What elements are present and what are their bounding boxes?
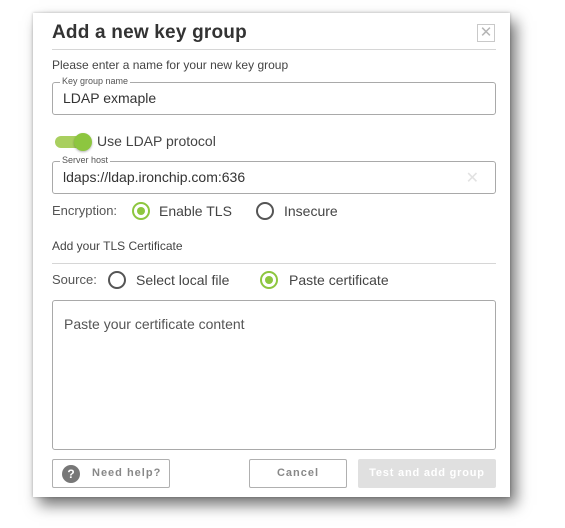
- help-icon: ?: [62, 465, 80, 483]
- key-group-name-field[interactable]: Key group name LDAP exmaple: [52, 76, 496, 115]
- ldap-toggle[interactable]: [55, 133, 92, 151]
- add-key-group-dialog: Add a new key group ✕ Please enter a nam…: [33, 13, 510, 497]
- toggle-knob: [74, 133, 92, 151]
- server-host-legend: Server host: [60, 155, 111, 166]
- cancel-button[interactable]: Cancel: [249, 459, 347, 488]
- server-host-field[interactable]: Server host ldaps://ldap.ironchip.com:63…: [52, 155, 496, 194]
- ldap-toggle-label: Use LDAP protocol: [97, 133, 216, 149]
- certificate-placeholder: Paste your certificate content: [64, 316, 245, 332]
- insecure-label[interactable]: Insecure: [284, 203, 338, 219]
- title-divider: [52, 49, 496, 50]
- insecure-radio[interactable]: [256, 202, 274, 220]
- enable-tls-label[interactable]: Enable TLS: [159, 203, 232, 219]
- name-prompt: Please enter a name for your new key gro…: [52, 58, 289, 72]
- server-host-input[interactable]: ldaps://ldap.ironchip.com:636: [63, 169, 245, 185]
- dialog-title: Add a new key group: [52, 22, 247, 43]
- select-local-file-label[interactable]: Select local file: [136, 272, 229, 288]
- tls-section-title: Add your TLS Certificate: [52, 239, 183, 253]
- certificate-textarea[interactable]: Paste your certificate content: [52, 300, 496, 450]
- paste-certificate-radio[interactable]: [260, 271, 278, 289]
- tls-section-divider: [52, 263, 496, 264]
- need-help-label: Need help?: [92, 467, 162, 479]
- source-label: Source:: [52, 272, 97, 287]
- key-group-name-input[interactable]: LDAP exmaple: [63, 90, 156, 106]
- need-help-button[interactable]: ? Need help?: [52, 459, 170, 488]
- select-local-file-radio[interactable]: [108, 271, 126, 289]
- enable-tls-radio[interactable]: [132, 202, 150, 220]
- close-icon[interactable]: ✕: [477, 24, 495, 42]
- clear-icon[interactable]: ✕: [466, 168, 479, 188]
- encryption-label: Encryption:: [52, 203, 118, 218]
- paste-certificate-label[interactable]: Paste certificate: [289, 272, 389, 288]
- key-group-name-legend: Key group name: [60, 76, 131, 87]
- test-and-add-group-button[interactable]: Test and add group: [358, 459, 496, 488]
